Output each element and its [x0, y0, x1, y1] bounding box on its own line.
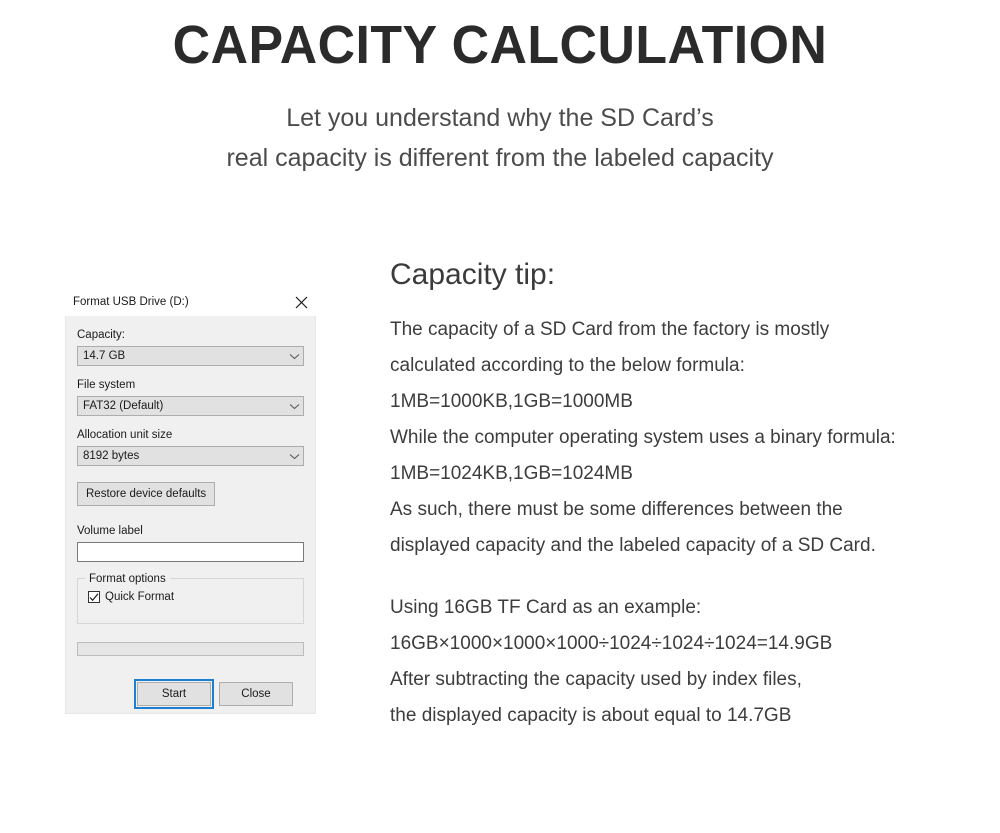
chevron-down-icon	[285, 397, 303, 415]
start-button[interactable]: Start	[134, 679, 214, 709]
chevron-down-icon	[285, 347, 303, 365]
capacity-tip-section: Capacity tip: The capacity of a SD Card …	[390, 256, 990, 734]
capacity-tip-heading: Capacity tip:	[390, 258, 556, 291]
page-subtitle: Let you understand why the SD Card’s rea…	[0, 76, 1000, 178]
tip-line: 16GB×1000×1000×1000÷1024÷1024÷1024=14.9G…	[390, 633, 833, 654]
allocation-unit-select[interactable]: 8192 bytes	[77, 446, 304, 466]
subtitle-line-2: real capacity is different from the labe…	[226, 144, 774, 173]
tip-line: displayed capacity and the labeled capac…	[390, 535, 876, 556]
dialog-button-row: Start Close	[77, 679, 304, 709]
quick-format-checkbox-row[interactable]: Quick Format	[88, 591, 293, 603]
tip-line: Using 16GB TF Card as an example:	[390, 597, 702, 618]
restore-device-defaults-button[interactable]: Restore device defaults	[77, 482, 216, 506]
capacity-tip-paragraph-two: Using 16GB TF Card as an example: 16GB×1…	[390, 590, 990, 734]
allocation-unit-value: 8192 bytes	[83, 450, 140, 462]
page-header: CAPACITY CALCULATION Let you understand …	[0, 0, 1000, 178]
capacity-value: 14.7 GB	[83, 350, 126, 362]
tip-line: After subtracting the capacity used by i…	[390, 669, 802, 690]
page-title: CAPACITY CALCULATION	[172, 15, 828, 75]
capacity-label: Capacity:	[77, 329, 125, 341]
close-icon[interactable]	[288, 291, 314, 313]
tip-line: 1MB=1024KB,1GB=1024MB	[390, 463, 633, 484]
close-button[interactable]: Close	[219, 682, 293, 706]
tip-line: The capacity of a SD Card from the facto…	[390, 319, 830, 340]
allocation-unit-label: Allocation unit size	[77, 429, 173, 441]
format-options-group: Format options Quick Format	[77, 572, 304, 624]
file-system-label: File system	[77, 379, 136, 391]
format-options-title: Format options	[85, 572, 170, 586]
format-dialog: Format USB Drive (D:) Capacity: 14.7 GB …	[65, 288, 316, 714]
volume-label-label: Volume label	[77, 525, 143, 537]
format-progress-bar	[77, 642, 304, 656]
checkmark-icon[interactable]	[88, 591, 100, 603]
chevron-down-icon	[285, 447, 303, 465]
subtitle-line-1: Let you understand why the SD Card’s	[286, 104, 714, 133]
file-system-value: FAT32 (Default)	[83, 400, 164, 412]
file-system-select[interactable]: FAT32 (Default)	[77, 396, 304, 416]
volume-label-input[interactable]	[77, 542, 304, 562]
dialog-titlebar: Format USB Drive (D:)	[65, 288, 316, 316]
tip-line: the displayed capacity is about equal to…	[390, 705, 792, 726]
capacity-tip-paragraph-one: The capacity of a SD Card from the facto…	[390, 312, 990, 564]
dialog-body: Capacity: 14.7 GB File system FAT32 (Def…	[65, 316, 316, 714]
capacity-select[interactable]: 14.7 GB	[77, 346, 304, 366]
tip-line: 1MB=1000KB,1GB=1000MB	[390, 391, 633, 412]
quick-format-label: Quick Format	[105, 591, 175, 603]
dialog-title: Format USB Drive (D:)	[73, 296, 189, 308]
tip-line: As such, there must be some differences …	[390, 499, 843, 520]
tip-line: calculated according to the below formul…	[390, 355, 745, 376]
tip-line: While the computer operating system uses…	[390, 427, 896, 448]
